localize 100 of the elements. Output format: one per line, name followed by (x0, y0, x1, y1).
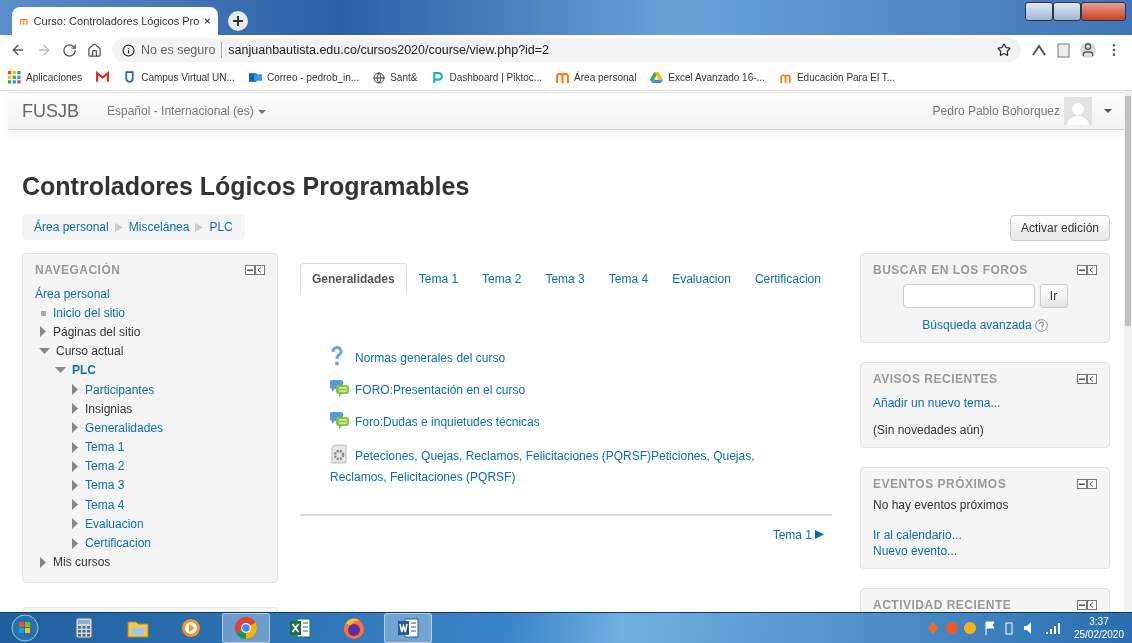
word-icon[interactable] (396, 616, 420, 640)
question-icon (330, 346, 344, 366)
breadcrumb-link[interactable]: Miscelánea (128, 220, 190, 234)
site-brand[interactable]: FUSJB (22, 100, 79, 122)
block-controls-icon[interactable] (1077, 600, 1097, 610)
maximize-button[interactable] (1053, 2, 1081, 21)
breadcrumb-link[interactable]: PLC (209, 220, 233, 234)
next-section-link[interactable]: Tema 1 (772, 528, 824, 542)
bookmark-link[interactable]: Excel Avanzado 16-... (668, 72, 765, 83)
bookmark-link[interactable]: Educación Para El T... (796, 72, 896, 83)
nav-item[interactable]: Páginas del sitio (53, 324, 141, 339)
breadcrumb-link[interactable]: Área personal (34, 220, 109, 234)
info-icon (122, 43, 135, 57)
edit-mode-button[interactable]: Activar edición (1009, 215, 1110, 241)
empty-message: No hay eventos próximos (873, 498, 1010, 512)
excel-icon[interactable] (288, 616, 312, 640)
add-topic-link[interactable]: Añadir un nuevo tema... (873, 396, 1001, 410)
expanded-arrow-icon[interactable] (55, 366, 66, 375)
shield-icon (123, 71, 137, 84)
nav-item[interactable]: Tema 2 (85, 459, 125, 474)
collapsed-arrow-icon[interactable] (71, 479, 79, 491)
block-controls-icon[interactable] (1077, 265, 1097, 275)
activity-link[interactable]: Foro:Dudas e inquietudes técnicas (330, 412, 802, 435)
nav-item[interactable]: Insignias (85, 401, 133, 416)
empty-message: (Sin novedades aún) (873, 423, 985, 437)
bookmark-link[interactable]: Dashboard | Piktoc... (449, 72, 543, 83)
go-button[interactable]: Ir (1039, 284, 1068, 308)
collapsed-arrow-icon[interactable] (71, 403, 79, 415)
event-link[interactable]: Ir al calendario... (873, 528, 1097, 542)
chrome-icon[interactable] (234, 616, 258, 640)
expanded-arrow-icon[interactable] (39, 347, 50, 356)
chat-bubbles-icon (330, 412, 350, 430)
browser-tab[interactable]: Curso: Controladores Lógicos Pro (12, 7, 218, 35)
close-button[interactable] (1081, 2, 1126, 21)
collapsed-arrow-icon[interactable] (39, 326, 47, 338)
activity-link[interactable]: Peteciones, Quejas, Reclamos, Felicitaciones (PQRSF)Peticiones, Quejas, Reclamos, Felicitaciones (PQRSF) (330, 444, 802, 486)
reload-icon[interactable] (62, 42, 77, 58)
nav-item[interactable]: Tema 4 (85, 497, 125, 512)
nav-item[interactable]: Mis cursos (53, 555, 111, 570)
clock-time: 3:37 (1088, 615, 1110, 628)
nav-item[interactable]: Evaluacion (85, 516, 144, 531)
start-button[interactable] (10, 614, 40, 642)
collapsed-arrow-icon[interactable] (71, 537, 79, 549)
collapsed-arrow-icon[interactable] (39, 556, 47, 568)
extension-icon[interactable] (1031, 43, 1047, 57)
block-title: BUSCAR EN LOS FOROS (873, 263, 1028, 277)
bookmark-link[interactable]: Aplicaciones (26, 72, 83, 83)
nav-item[interactable]: Tema 1 (85, 440, 125, 455)
clock-date: 25/02/2020 (1073, 628, 1124, 641)
collapsed-arrow-icon[interactable] (71, 384, 79, 396)
collapsed-arrow-icon[interactable] (71, 460, 79, 472)
bookmark-link[interactable]: Correo - pedrob_in... (266, 72, 360, 83)
nav-item[interactable]: Área personal (35, 286, 110, 301)
taskbar-app[interactable] (384, 613, 432, 643)
nav-item[interactable]: PLC (72, 363, 96, 378)
block-controls-icon[interactable] (1077, 479, 1097, 489)
collapsed-arrow-icon[interactable] (71, 441, 79, 453)
language-menu[interactable]: Español - Internacional (es) (107, 104, 266, 118)
bookmark-link[interactable]: Área personal (574, 72, 637, 83)
url-text: sanjuanbautista.edu.co/cursos2020/course/view.php?id=2 (228, 43, 551, 57)
minimize-button[interactable] (1025, 2, 1053, 21)
activity-link[interactable]: Normas generales del curso (330, 346, 802, 371)
moodle-icon (556, 71, 570, 84)
event-link[interactable]: Nuevo evento... (873, 544, 1097, 558)
address-bar[interactable]: No es seguro sanjuanbautista.edu.co/cursos2020/course/view.php?id=2 (112, 38, 1021, 62)
plus-icon[interactable] (233, 16, 243, 26)
search-field[interactable] (902, 284, 1035, 308)
collapsed-arrow-icon[interactable] (71, 422, 79, 434)
user-menu-caret-icon[interactable] (1104, 109, 1112, 113)
profile-icon[interactable] (1080, 42, 1096, 58)
nav-item[interactable]: Generalidades (85, 420, 164, 435)
activity-link[interactable]: FORO:Presentación en el curso (330, 380, 802, 403)
outlook-icon (248, 71, 262, 84)
user-name[interactable]: Pedro Pablo Bohorquez (932, 104, 1060, 118)
close-icon[interactable] (205, 17, 210, 25)
new-tab-button[interactable] (228, 11, 248, 31)
block-controls-icon[interactable] (245, 265, 265, 275)
nav-item[interactable]: Certificacion (85, 536, 152, 551)
nav-item[interactable]: Curso actual (56, 344, 124, 359)
nav-item[interactable]: Inicio del sitio (53, 305, 126, 320)
bookmark-link[interactable]: Sant& (390, 72, 418, 83)
moodle-icon (778, 71, 792, 84)
advanced-search-link[interactable]: Búsqueda avanzada (922, 318, 1032, 332)
block-controls-icon[interactable] (1077, 374, 1097, 384)
home-icon[interactable] (87, 42, 102, 58)
next-arrow-icon (815, 530, 824, 539)
tab-title: Curso: Controladores Lógicos Pro (33, 15, 200, 27)
back-icon[interactable] (10, 42, 26, 58)
collapsed-arrow-icon[interactable] (71, 499, 79, 511)
calculator-icon[interactable] (72, 616, 96, 640)
mail-icon[interactable] (96, 71, 110, 84)
section-tab[interactable]: Generalidades (300, 263, 407, 294)
collapsed-arrow-icon[interactable] (71, 518, 79, 530)
bookmark-link[interactable]: Campus Virtual UN... (141, 72, 235, 83)
help-icon[interactable] (1034, 318, 1048, 332)
nav-item[interactable]: Participantes (85, 382, 155, 397)
piktochart-icon (431, 71, 445, 84)
firefox-icon[interactable] (342, 616, 366, 640)
nav-item[interactable]: Tema 3 (85, 478, 125, 493)
bookmark-star-icon[interactable] (997, 43, 1011, 57)
